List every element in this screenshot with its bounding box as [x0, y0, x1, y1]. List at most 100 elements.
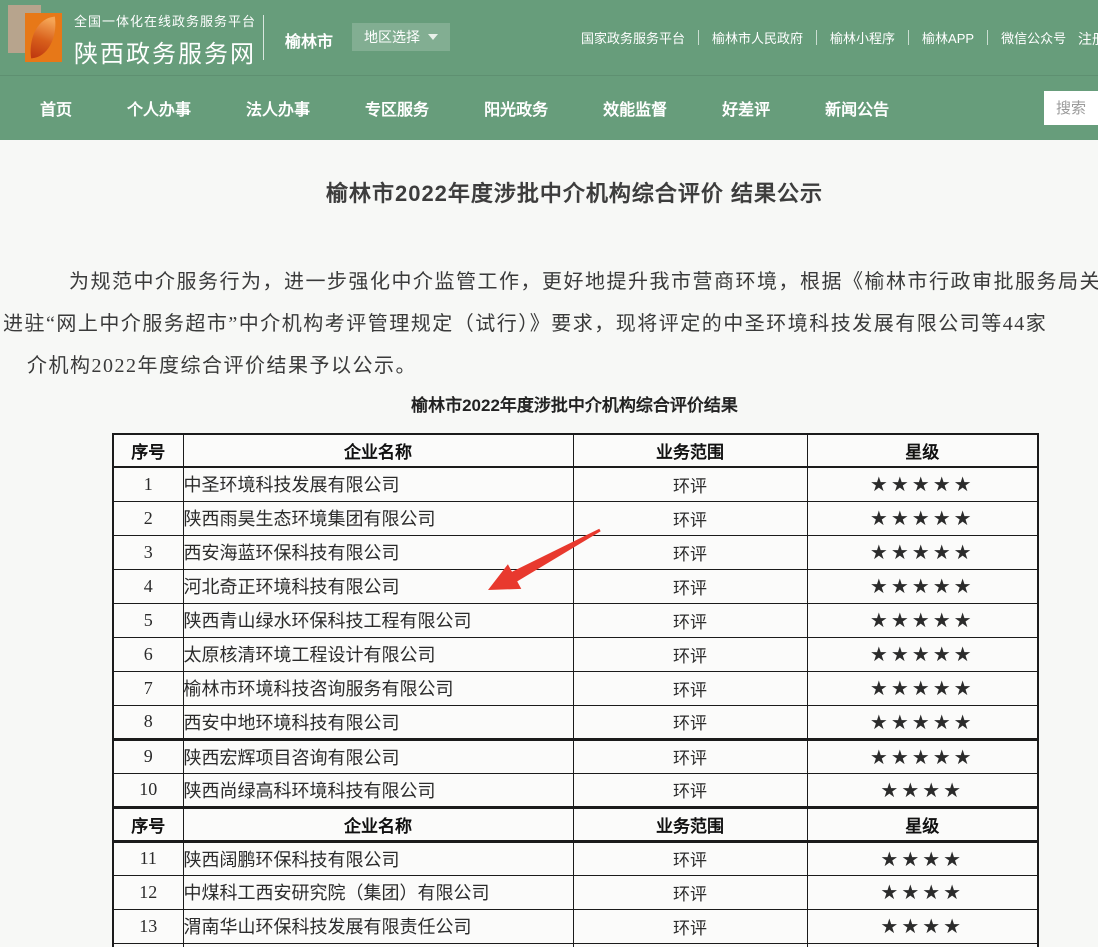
top-link[interactable]: 榆林市人民政府 [699, 28, 816, 47]
top-link[interactable]: 榆林APP [909, 28, 987, 47]
company-name: 陕西尚绿高科环境科技有限公司 [183, 773, 573, 807]
nav-item[interactable]: 效能监督 [603, 96, 667, 120]
company-name: 榆林市环境科技咨询服务有限公司 [183, 671, 573, 705]
company-name: 中煤科工西安研究院（集团）有限公司 [183, 875, 573, 909]
column-header: 星级 [807, 434, 1038, 467]
top-link[interactable]: 榆林小程序 [817, 28, 908, 47]
platform-name: 全国一体化在线政务服务平台 [74, 11, 256, 30]
row-number: 6 [113, 637, 183, 671]
business-scope: 环评 [573, 875, 807, 909]
star-rating: ★★★★★ [807, 569, 1038, 603]
table-row: 12中煤科工西安研究院（集团）有限公司环评★★★★ [113, 875, 1038, 909]
star-rating: ★★★★★ [807, 467, 1038, 501]
top-quick-links: 国家政务服务平台榆林市人民政府榆林小程序榆林APP微信公众号 [568, 0, 1079, 75]
table-header-row-repeat: 序号企业名称业务范围星级 [113, 807, 1038, 841]
region-selector-button[interactable]: 地区选择 [352, 23, 450, 51]
red-arrow-annotation [472, 518, 612, 603]
table-header-row: 序号企业名称业务范围星级 [113, 434, 1038, 467]
table-row: 11陕西阔鹏环保科技有限公司环评★★★★ [113, 841, 1038, 875]
paragraph-line: 进驻“网上中介服务超市”中介机构考评管理规定（试行）》要求，现将评定的中圣环境科… [3, 307, 1047, 336]
logo-orange-square [25, 13, 62, 62]
business-scope: 环评 [573, 603, 807, 637]
row-number: 10 [113, 773, 183, 807]
table-row: 8西安中地环境科技有限公司环评★★★★★ [113, 705, 1038, 739]
star-rating: ★★★★★ [807, 501, 1038, 535]
brand-text: 全国一体化在线政务服务平台 陕西政务服务网 [74, 11, 256, 69]
row-number: 4 [113, 569, 183, 603]
table-row: 9陕西宏辉项目咨询有限公司环评★★★★★ [113, 739, 1038, 773]
current-city-label: 榆林市 [285, 28, 333, 52]
row-number: 1 [113, 467, 183, 501]
brand-divider [263, 15, 264, 60]
top-header-bar: 全国一体化在线政务服务平台 陕西政务服务网 榆林市 地区选择 国家政务服务平台榆… [0, 0, 1098, 75]
star-rating: ★★★★★ [807, 705, 1038, 739]
nav-item[interactable]: 首页 [40, 96, 72, 120]
paragraph-line: 介机构2022年度综合评价结果予以公示。 [27, 349, 417, 378]
site-name: 陕西政务服务网 [74, 34, 256, 69]
table-row-partial [113, 943, 1038, 947]
search-input[interactable] [1044, 91, 1098, 125]
paragraph-line: 为规范中介服务行为，进一步强化中介监管工作，更好地提升我市营商环境，根据《榆林市… [69, 265, 1098, 294]
business-scope: 环评 [573, 739, 807, 773]
row-number: 2 [113, 501, 183, 535]
table-row: 1中圣环境科技发展有限公司环评★★★★★ [113, 467, 1038, 501]
column-header: 序号 [113, 434, 183, 467]
announcement-page: 榆林市2022年度涉批中介机构综合评价 结果公示 为规范中介服务行为，进一步强化… [0, 140, 1098, 947]
empty-cell [573, 943, 807, 947]
nav-item[interactable]: 好差评 [722, 96, 770, 120]
table-caption: 榆林市2022年度涉批中介机构综合评价结果 [112, 391, 1037, 416]
row-number: 3 [113, 535, 183, 569]
company-name: 陕西青山绿水环保科技工程有限公司 [183, 603, 573, 637]
main-nav-bar: 首页 个人办事 法人办事 专区服务 阳光政务 效能监督 好差评 新闻公告 [0, 75, 1098, 140]
column-header: 序号 [113, 807, 183, 841]
table-row: 5陕西青山绿水环保科技工程有限公司环评★★★★★ [113, 603, 1038, 637]
company-name: 陕西宏辉项目咨询有限公司 [183, 739, 573, 773]
row-number: 13 [113, 909, 183, 943]
top-link[interactable]: 微信公众号 [988, 28, 1079, 47]
empty-cell [183, 943, 573, 947]
company-name: 渭南华山环保科技发展有限责任公司 [183, 909, 573, 943]
row-number: 12 [113, 875, 183, 909]
star-rating: ★★★★ [807, 841, 1038, 875]
table-row: 7榆林市环境科技咨询服务有限公司环评★★★★★ [113, 671, 1038, 705]
company-name: 陕西阔鹏环保科技有限公司 [183, 841, 573, 875]
star-rating: ★★★★ [807, 875, 1038, 909]
column-header: 业务范围 [573, 434, 807, 467]
empty-cell [807, 943, 1038, 947]
star-rating: ★★★★ [807, 909, 1038, 943]
nav-item[interactable]: 新闻公告 [825, 96, 889, 120]
star-rating: ★★★★★ [807, 535, 1038, 569]
logo-leaf-icon [27, 17, 59, 59]
table-row: 6太原核清环境工程设计有限公司环评★★★★★ [113, 637, 1038, 671]
site-logo[interactable] [8, 3, 70, 67]
row-number: 7 [113, 671, 183, 705]
business-scope: 环评 [573, 671, 807, 705]
business-scope: 环评 [573, 909, 807, 943]
nav-item[interactable]: 阳光政务 [484, 96, 548, 120]
star-rating: ★★★★★ [807, 671, 1038, 705]
company-name: 西安中地环境科技有限公司 [183, 705, 573, 739]
nav-item[interactable]: 法人办事 [246, 96, 310, 120]
company-name: 中圣环境科技发展有限公司 [183, 467, 573, 501]
chevron-down-icon [428, 34, 438, 40]
company-name: 太原核清环境工程设计有限公司 [183, 637, 573, 671]
table-row: 10陕西尚绿高科环境科技有限公司环评★★★★ [113, 773, 1038, 807]
region-selector-label: 地区选择 [364, 27, 420, 47]
row-number: 5 [113, 603, 183, 637]
empty-cell [113, 943, 183, 947]
row-number: 9 [113, 739, 183, 773]
row-number: 11 [113, 841, 183, 875]
star-rating: ★★★★★ [807, 637, 1038, 671]
nav-item[interactable]: 个人办事 [127, 96, 191, 120]
business-scope: 环评 [573, 705, 807, 739]
nav-item[interactable]: 专区服务 [365, 96, 429, 120]
top-link[interactable]: 国家政务服务平台 [568, 28, 698, 47]
register-link[interactable]: 注册 [1078, 29, 1098, 49]
star-rating: ★★★★★ [807, 603, 1038, 637]
star-rating: ★★★★ [807, 773, 1038, 807]
column-header: 企业名称 [183, 434, 573, 467]
column-header: 企业名称 [183, 807, 573, 841]
evaluation-results-table: 序号企业名称业务范围星级1中圣环境科技发展有限公司环评★★★★★2陕西雨昊生态环… [112, 433, 1039, 947]
column-header: 业务范围 [573, 807, 807, 841]
row-number: 8 [113, 705, 183, 739]
